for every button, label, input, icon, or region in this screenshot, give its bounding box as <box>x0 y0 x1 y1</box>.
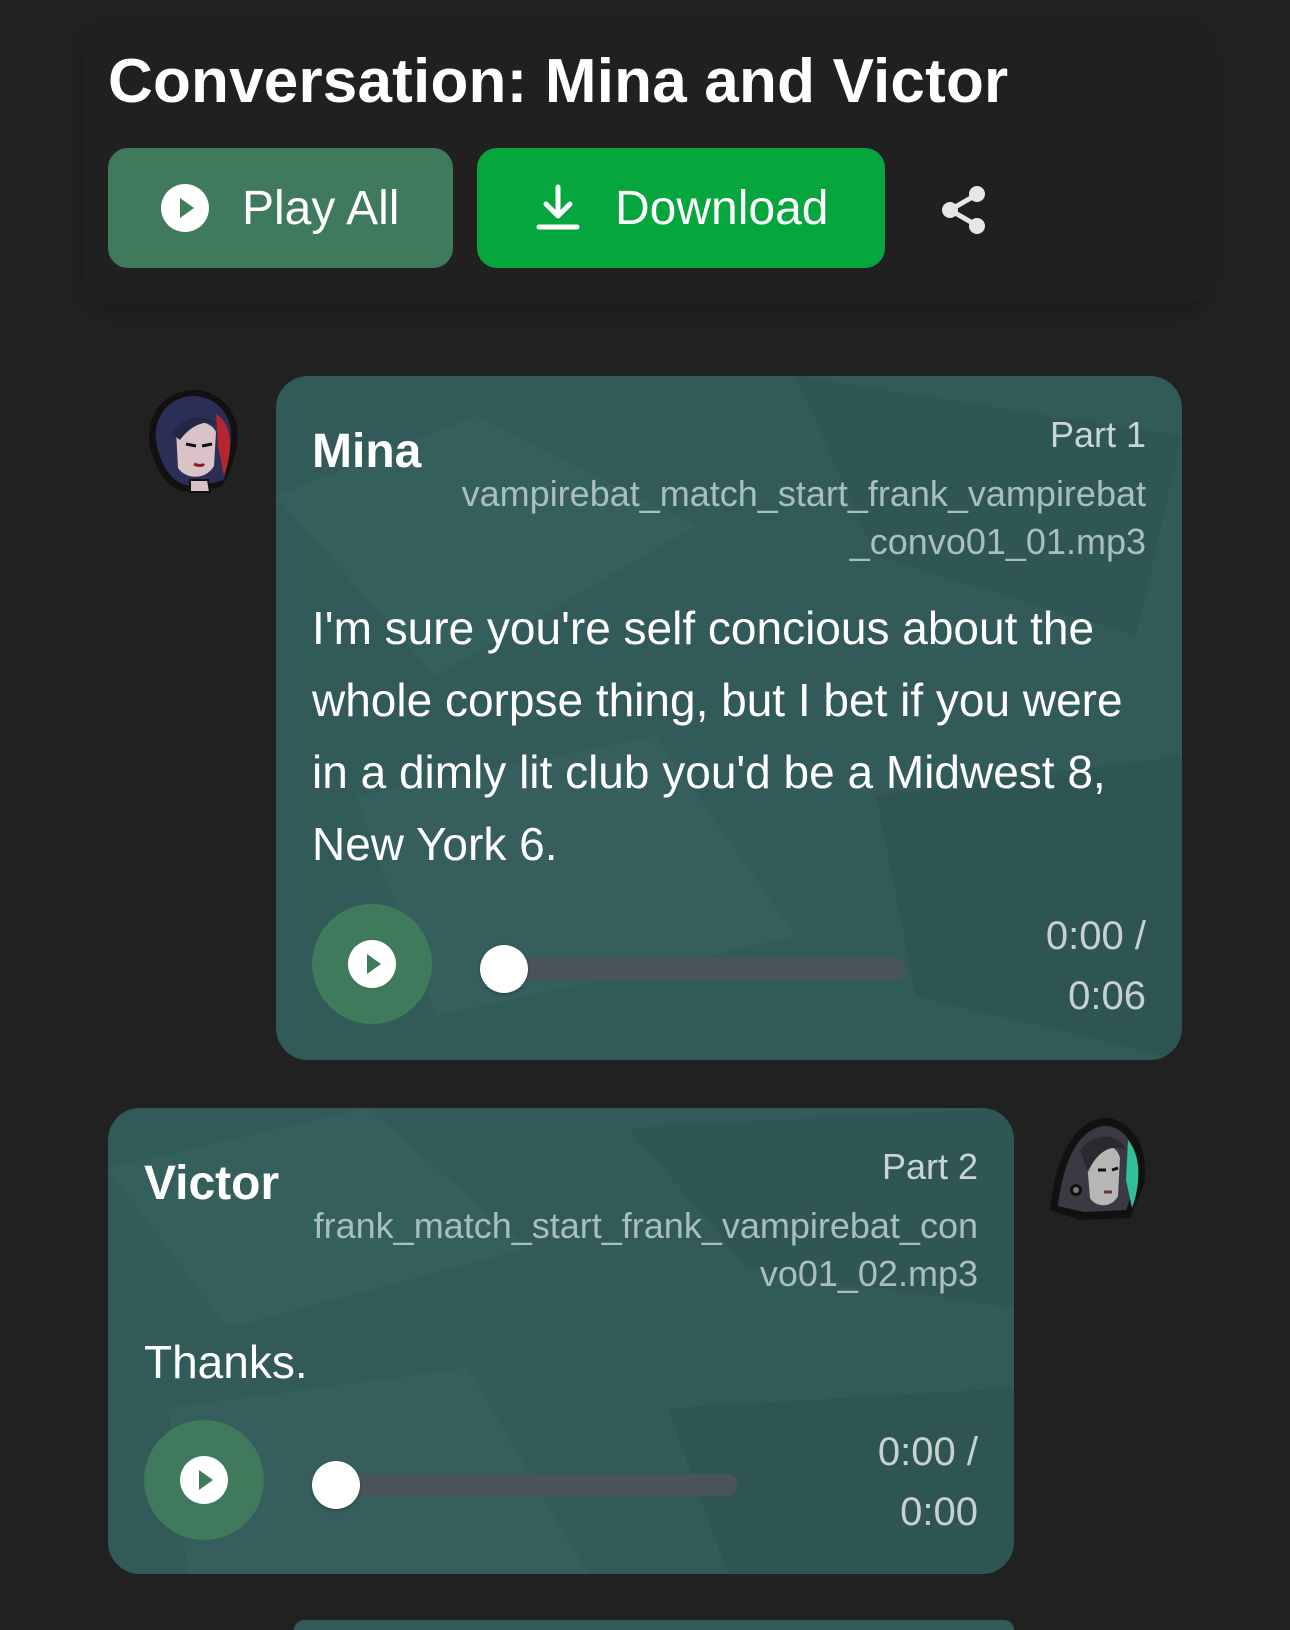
play-circle-icon <box>180 1456 228 1504</box>
message-card-mina: Mina Part 1 vampirebat_match_start_frank… <box>276 376 1182 1060</box>
play-circle-icon <box>348 940 396 988</box>
message-card-victor: Victor Part 2 frank_match_start_frank_va… <box>108 1108 1014 1574</box>
progress-thumb[interactable] <box>480 945 528 993</box>
part-label: Part 1 <box>1049 414 1146 455</box>
time-current: 0:00 / <box>1045 914 1146 958</box>
play-all-button[interactable]: Play All <box>108 148 453 268</box>
progress-track[interactable] <box>480 945 906 993</box>
download-button[interactable]: Download <box>477 148 885 268</box>
filename-line-1: vampirebat_match_start_frank_vampirebat <box>461 473 1146 514</box>
message-text: Thanks. <box>144 1336 308 1388</box>
share-icon[interactable] <box>938 184 990 236</box>
time-total: 0:00 <box>900 1490 978 1534</box>
time-current: 0:00 / <box>877 1430 978 1474</box>
play-all-label: Play All <box>242 181 400 235</box>
next-message-card-edge <box>294 1620 1014 1630</box>
progress-thumb[interactable] <box>312 1461 360 1509</box>
audio-filename: frank_match_start_frank_vampirebat_con v… <box>314 1202 978 1298</box>
filename-line-2: _convo01_01.mp3 <box>849 521 1146 562</box>
audio-filename: vampirebat_match_start_frank_vampirebat … <box>462 470 1146 566</box>
time-display: 0:00 / 0:06 <box>1046 906 1146 1026</box>
speaker-name: Mina <box>312 425 422 478</box>
message-text: I'm sure you're self concious about the … <box>312 602 1123 870</box>
play-button[interactable] <box>312 904 432 1024</box>
download-icon <box>533 183 583 233</box>
progress-track[interactable] <box>312 1461 738 1509</box>
part-label: Part 2 <box>881 1146 978 1187</box>
play-circle-icon <box>160 183 210 233</box>
avatar-mina <box>136 384 248 496</box>
time-total: 0:06 <box>1068 974 1146 1018</box>
page-title: Conversation: Mina and Victor <box>108 47 1009 116</box>
play-button[interactable] <box>144 1420 264 1540</box>
time-display: 0:00 / 0:00 <box>878 1422 978 1542</box>
filename-line-2: vo01_02.mp3 <box>759 1253 978 1294</box>
speaker-name: Victor <box>144 1157 280 1210</box>
filename-line-1: frank_match_start_frank_vampirebat_con <box>313 1205 978 1246</box>
download-label: Download <box>615 181 829 235</box>
avatar-victor <box>1040 1110 1152 1222</box>
